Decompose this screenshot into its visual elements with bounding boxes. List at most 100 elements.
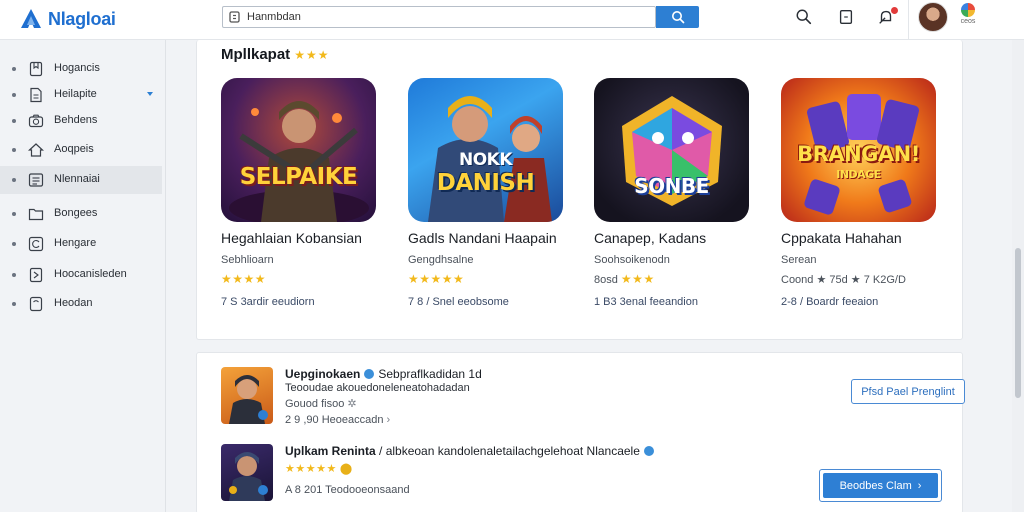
game-thumbnail[interactable]: SONBE (594, 78, 749, 222)
bullet-icon (12, 212, 16, 216)
list-item-thumbnail[interactable] (221, 367, 273, 424)
folder-icon (28, 208, 44, 221)
zoom-search-button[interactable] (794, 7, 814, 27)
sidebar-item-bongees[interactable]: Bongees (0, 200, 162, 228)
sidebar-item-hoocanisleden[interactable]: Hoocanisleden (0, 261, 162, 289)
rating-stars: ★★★★★ (285, 463, 337, 475)
account-label: ceos (960, 18, 976, 25)
game-meta: 1 B3 3enal feeandion (594, 296, 698, 308)
list-item-description: Teooudae akouedoneleneatohadadan (285, 382, 470, 394)
sidebar-item-label: Behdens (54, 114, 98, 126)
game-title[interactable]: Cppakata Hahahan (781, 230, 902, 246)
search-button[interactable] (656, 6, 699, 28)
sidebar-item-aoqpeis[interactable]: Aoqpeis (0, 136, 162, 164)
sidebar-item-label: Heilapite (54, 88, 97, 100)
game-thumbnail[interactable]: NOKK DANISH (408, 78, 563, 222)
sidebar-item-hengare[interactable]: Hengare (0, 230, 162, 258)
bullet-icon (12, 178, 16, 182)
game-art-title: SELPAIKE (239, 164, 358, 190)
game-rating: ★★★★★ (408, 272, 464, 286)
bullet-icon (12, 148, 16, 152)
primary-button-label: Beodbes Clam (839, 479, 912, 492)
app-name: Nlagloai (48, 8, 116, 29)
sidebar-item-heodan[interactable]: Heodan (0, 290, 162, 318)
game-title[interactable]: Gadls Nandani Haapain (408, 230, 557, 246)
game-rating: 8osd ★★★ (594, 272, 655, 286)
sidebar-item-nlennaiai[interactable]: Nlennaiai (0, 166, 162, 194)
page-icon (839, 10, 853, 24)
list-item-meta-text: 2 9 ,90 Heoeaccadn (285, 414, 384, 426)
game-card[interactable]: SONBE Canapep, Kadans Soohsoikenodn 8osd… (594, 78, 754, 308)
puzzle-artwork (622, 96, 722, 206)
list-item-title[interactable]: Uplkam Reninta / albkeoan kandolenaletai… (285, 444, 658, 458)
notifications-button[interactable] (876, 7, 898, 27)
lock-icon: ⬤ (339, 463, 353, 475)
list-item-meta: 2 9 ,90 Heoeaccadn › (285, 414, 390, 426)
list-item-title[interactable]: Uepginokaen Sebpraflkadidan 1d (285, 367, 482, 381)
bookmark-icon (29, 267, 43, 283)
search-input[interactable] (247, 9, 647, 25)
sidebar-item-label: Nlennaiai (54, 173, 100, 185)
game-meta: 7 8 / Snel eeobsome (408, 296, 509, 308)
game-title[interactable]: Hegahlaian Kobansian (221, 230, 362, 246)
notification-badge (891, 7, 898, 14)
rating-stars: ★★★ (620, 272, 655, 286)
sidebar-item-behdens[interactable]: Behdens (0, 107, 162, 135)
game-card[interactable]: NOKK DANISH Gadls Nandani Haapain Gengdh… (408, 78, 568, 308)
verified-icon (643, 446, 654, 456)
list-item-thumbnail[interactable] (221, 444, 273, 501)
vertical-scrollbar[interactable] (1012, 40, 1024, 512)
home-icon (28, 143, 44, 157)
refresh-icon (28, 236, 44, 252)
list-item-action-button[interactable]: Pfsd Pael Prenglint (851, 379, 965, 404)
game-title[interactable]: Canapep, Kadans (594, 230, 706, 246)
game-thumbnail[interactable]: BRANGAN! INDAGE (781, 78, 936, 222)
document-icon (30, 87, 42, 103)
rating-prefix: Coond ★ 75d ★ 7 K2G/D (781, 274, 906, 286)
chevron-right-icon: › (917, 479, 922, 492)
magnifier-icon (796, 9, 812, 25)
rating-stars: ★★★★ (221, 272, 267, 286)
arrow-right-icon: › (386, 414, 391, 426)
search-field-icon (228, 10, 242, 24)
list-item-subtext: Gouod fisoo ✲ (285, 397, 357, 410)
verified-icon (364, 369, 375, 379)
account-switcher[interactable]: ceos (956, 3, 980, 33)
sidebar-item-hogancis[interactable]: Hogancis (0, 55, 162, 83)
game-card[interactable]: BRANGAN! INDAGE Cppakata Hahahan Serean … (781, 78, 941, 308)
sidebar-item-label: Hoocanisleden (54, 268, 127, 280)
list-item-primary-button[interactable]: Beodbes Clam › (819, 469, 942, 502)
scrollbar-thumb[interactable] (1015, 248, 1021, 398)
game-rating: ★★★★ (221, 272, 266, 286)
top-bar: Nlagloai ceos (0, 0, 1024, 40)
game-list-section: Uepginokaen Sebpraflkadidan 1d Teooudae a… (196, 352, 965, 512)
game-art-title: DANISH (436, 170, 535, 196)
list-item[interactable]: Uepginokaen Sebpraflkadidan 1d Teooudae a… (221, 367, 965, 426)
list-item-title-suffix: Sebpraflkadidan 1d (378, 367, 482, 381)
chevron-down-icon[interactable] (146, 90, 154, 98)
sidebar-item-label: Heodan (54, 297, 93, 309)
sidebar-item-label: Bongees (54, 207, 98, 219)
bullet-icon (12, 93, 16, 97)
game-developer: Soohsoikenodn (594, 254, 670, 266)
app-logo[interactable]: Nlagloai (20, 6, 116, 32)
list-icon (28, 173, 44, 187)
game-art-subtitle: INDAGE (836, 168, 881, 181)
section-title-text: Mpllkapat (221, 46, 291, 63)
game-rating: Coond ★ 75d ★ 7 K2G/D (781, 272, 906, 286)
header-divider (908, 0, 909, 40)
soldier-artwork (229, 101, 369, 222)
game-card[interactable]: SELPAIKE Hegahlaian Kobansian Sebhlioarn… (221, 78, 381, 308)
user-avatar[interactable] (918, 2, 948, 32)
library-button[interactable] (836, 7, 856, 27)
search-box[interactable] (222, 6, 656, 28)
game-developer: Serean (781, 254, 817, 266)
game-thumbnail[interactable]: SELPAIKE (221, 78, 376, 222)
list-item-title-suffix: / albkeoan kandolenaletailachgelehoat Nl… (379, 444, 640, 458)
sidebar-item-label: Hogancis (54, 62, 100, 74)
sidebar-item-heilapite[interactable]: Heilapite (0, 81, 162, 109)
sidebar: Hogancis Heilapite Behdens Aoqpeis Nlenn… (0, 40, 166, 512)
list-item-meta: A 8 201 Teodooeonsaand (285, 484, 410, 496)
game-developer: Gengdhsalne (408, 254, 474, 266)
rating-stars: ★★★★★ (408, 272, 465, 286)
